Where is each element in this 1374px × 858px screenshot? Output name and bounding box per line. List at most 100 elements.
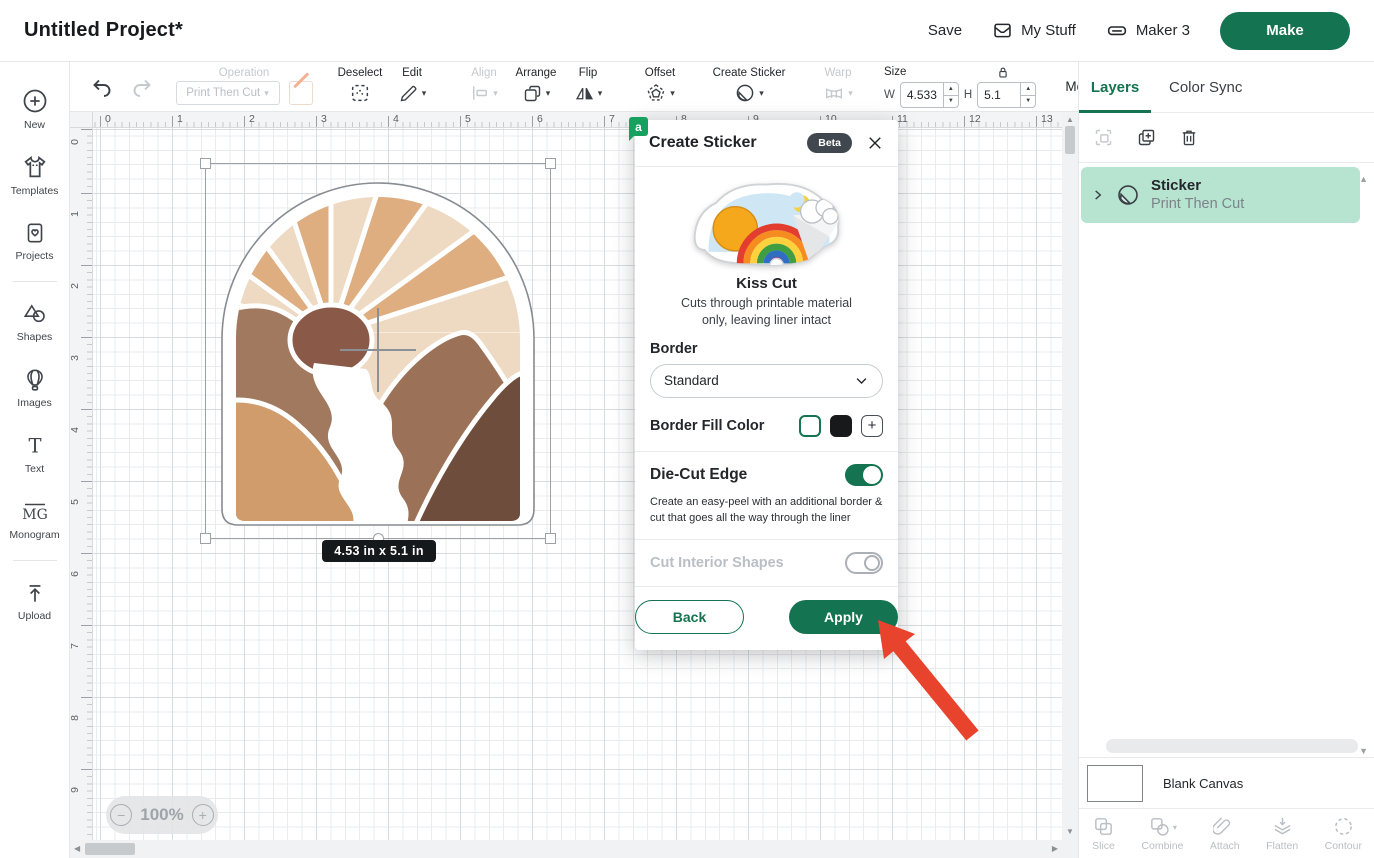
scrollbar-thumb[interactable] [85, 843, 135, 855]
border-label: Border [650, 341, 883, 357]
scrollbar-corner [1062, 840, 1078, 858]
tab-layers[interactable]: Layers [1079, 79, 1151, 96]
width-input[interactable]: 4.533 ▲▼ [900, 82, 959, 108]
tab-color-sync[interactable]: Color Sync [1169, 79, 1242, 96]
width-stepper[interactable]: ▲▼ [943, 83, 958, 107]
back-button[interactable]: Back [635, 600, 744, 634]
flip-button[interactable]: Flip ▾ [562, 68, 614, 106]
machine-select-button[interactable]: Maker 3 [1106, 20, 1190, 41]
deselect-button[interactable]: Deselect [334, 68, 386, 106]
text-icon: T [22, 433, 48, 459]
vertical-scrollbar[interactable]: ▲ ▼ [1062, 112, 1078, 840]
lock-icon[interactable] [995, 65, 1011, 80]
die-cut-toggle[interactable] [845, 464, 883, 486]
fill-swatch-black[interactable] [830, 415, 852, 437]
chevron-down-icon: ▾ [546, 89, 551, 98]
layer-row-sticker[interactable]: Sticker Print Then Cut [1081, 167, 1360, 223]
flatten-button[interactable]: Flatten [1266, 815, 1298, 852]
edit-button[interactable]: Edit ▾ [386, 68, 438, 106]
contour-button[interactable]: Contour [1325, 815, 1362, 852]
add-color-button[interactable]: + [861, 415, 883, 437]
resize-handle[interactable] [545, 158, 556, 169]
size-badge: 4.53 in x 5.1 in [322, 540, 436, 562]
apply-button[interactable]: Apply [789, 600, 898, 634]
layer-tools-bar: Slice ▾ Combine Attach Flatten Contour [1079, 808, 1374, 858]
chevron-down-icon: ▾ [1173, 823, 1177, 832]
design-canvas[interactable]: 4.53 in x 5.1 in 0 1 2 3 4 5 6 7 8 9 10 … [70, 112, 1078, 858]
scroll-down-icon[interactable]: ▼ [1066, 828, 1074, 836]
upload-icon [22, 580, 48, 606]
offset-button[interactable]: Offset ▾ [634, 68, 686, 106]
redo-button[interactable] [130, 75, 154, 99]
die-cut-description: Create an easy-peel with an additional b… [650, 494, 883, 539]
tshirt-icon [21, 153, 49, 181]
sidebar-item-monogram[interactable]: MG Monogram [0, 487, 70, 553]
create-sticker-panel: a Create Sticker Beta [635, 120, 898, 650]
scroll-right-icon[interactable]: ▶ [1052, 845, 1058, 853]
hot-air-balloon-icon [22, 367, 48, 393]
project-title: Untitled Project* [24, 19, 183, 42]
sidebar-item-shapes[interactable]: Shapes [0, 289, 70, 355]
sidebar-item-new[interactable]: New [0, 76, 70, 142]
sidebar-item-templates[interactable]: Templates [0, 142, 70, 208]
align-button[interactable]: Align ▾ [458, 68, 510, 106]
scroll-left-icon[interactable]: ◀ [74, 845, 80, 853]
sidebar-item-text[interactable]: T Text [0, 421, 70, 487]
zoom-in-button[interactable]: + [192, 804, 214, 826]
cut-interior-label: Cut Interior Shapes [650, 555, 784, 571]
duplicate-button[interactable] [1136, 127, 1157, 148]
save-button[interactable]: Save [928, 22, 962, 39]
sidebar-item-images[interactable]: Images [0, 355, 70, 421]
die-cut-label: Die-Cut Edge [650, 466, 747, 484]
combine-button[interactable]: ▾ Combine [1141, 815, 1183, 852]
canvas-color-swatch[interactable] [1087, 765, 1143, 802]
pencil-icon [398, 83, 419, 104]
chevron-down-icon: ▾ [670, 89, 675, 98]
sidebar-item-upload[interactable]: Upload [0, 568, 70, 634]
attach-button[interactable]: Attach [1210, 815, 1240, 852]
close-icon[interactable] [866, 134, 884, 152]
sidebar-item-projects[interactable]: Projects [0, 208, 70, 274]
align-icon [470, 83, 490, 103]
scroll-down-icon[interactable]: ▼ [1359, 746, 1368, 756]
zoom-out-button[interactable]: − [110, 804, 132, 826]
scroll-up-icon[interactable]: ▲ [1066, 116, 1074, 124]
layers-scroll-track[interactable] [1106, 739, 1358, 753]
new-plus-icon [21, 87, 49, 115]
operation-dropdown[interactable]: Print Then Cut▾ [176, 81, 280, 105]
ruler-corner [70, 112, 93, 128]
scrollbar-thumb[interactable] [1065, 126, 1075, 154]
fill-swatch-white[interactable] [799, 415, 821, 437]
scroll-up-icon[interactable]: ▲ [1359, 174, 1368, 184]
slice-button[interactable]: Slice [1092, 815, 1115, 852]
kiss-cut-title: Kiss Cut [736, 275, 797, 292]
vertical-ruler: 0 1 2 3 4 5 6 7 8 9 [70, 128, 93, 840]
blank-canvas-row[interactable]: Blank Canvas [1079, 757, 1374, 808]
chevron-right-icon[interactable] [1091, 188, 1105, 202]
undo-button[interactable] [90, 75, 114, 99]
cut-interior-toggle[interactable] [845, 552, 883, 574]
height-stepper[interactable]: ▲▼ [1020, 83, 1035, 107]
operation-group: Operation Print Then Cut▾ [174, 68, 314, 106]
make-button[interactable]: Make [1220, 12, 1350, 50]
warp-button[interactable]: Warp ▾ [812, 68, 864, 106]
border-select[interactable]: Standard [650, 364, 883, 398]
blank-canvas-label: Blank Canvas [1163, 776, 1243, 791]
linetype-swatch-button[interactable] [289, 81, 313, 105]
combine-icon [1148, 815, 1171, 838]
nav-divider [13, 281, 57, 282]
kiss-cut-description: Cuts through printable material only, le… [681, 295, 852, 329]
edit-toolbar: Operation Print Then Cut▾ Deselect Edit … [70, 62, 1078, 112]
height-input[interactable]: 5.1 ▲▼ [977, 82, 1036, 108]
monogram-icon: MG [21, 499, 49, 525]
delete-button[interactable] [1179, 127, 1199, 148]
arrange-button[interactable]: Arrange ▾ [510, 68, 562, 106]
horizontal-scrollbar[interactable]: ◀ ▶ [70, 840, 1062, 858]
resize-handle[interactable] [545, 533, 556, 544]
warp-icon [823, 82, 845, 104]
mail-box-icon [992, 20, 1013, 41]
my-stuff-button[interactable]: My Stuff [992, 20, 1076, 41]
horizontal-ruler: 0 1 2 3 4 5 6 7 8 9 10 11 12 13 [70, 112, 1062, 128]
group-button[interactable] [1093, 127, 1114, 148]
create-sticker-button[interactable]: Create Sticker ▾ [706, 68, 792, 106]
